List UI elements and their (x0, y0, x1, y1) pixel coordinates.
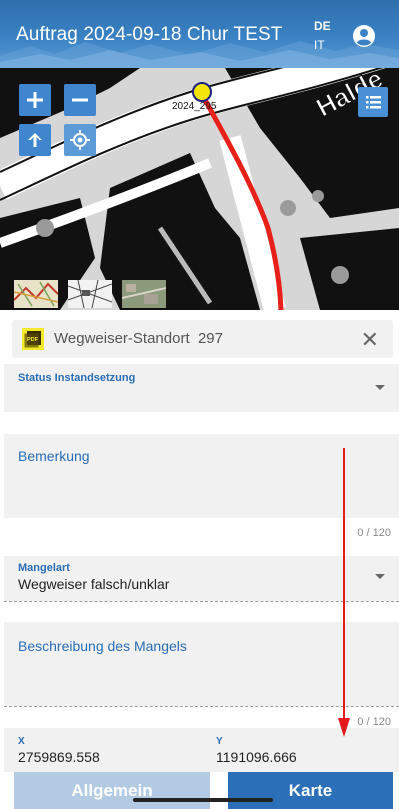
tab-karte-button[interactable]: Karte (228, 772, 393, 809)
mangelart-value: Wegweiser falsch/unklar (18, 576, 170, 592)
plus-icon (27, 92, 43, 108)
map-thumbnail-icon (13, 280, 59, 308)
basemap-thumb-bw[interactable]: * (67, 279, 118, 309)
chevron-down-icon[interactable] (375, 574, 385, 579)
pin-label: 2024_295 (172, 101, 217, 112)
north-button[interactable] (19, 124, 51, 156)
language-de[interactable]: DE (314, 17, 331, 36)
close-icon[interactable]: ✕ (361, 327, 379, 353)
language-switcher[interactable]: DE IT (314, 17, 331, 55)
list-icon (366, 96, 381, 109)
x-label: X (18, 736, 25, 747)
y-value[interactable]: 1191096.666 (216, 749, 297, 765)
locate-button[interactable] (64, 124, 96, 156)
layers-button[interactable] (358, 87, 388, 117)
arrow-up-icon (28, 133, 42, 147)
user-circle-icon[interactable] (352, 24, 376, 48)
map-thumbnail-icon (67, 279, 113, 309)
object-number: 297 (197, 330, 223, 347)
object-title: Wegweiser-Standort 297 (54, 330, 223, 347)
thumb-marker: * (167, 282, 172, 294)
object-header: PDF Wegweiser-Standort 297 ✕ (12, 320, 393, 358)
y-label: Y (216, 736, 223, 747)
map-view[interactable]: Halde 2024_295 * * * (0, 68, 399, 310)
home-indicator[interactable] (133, 798, 273, 802)
bemerkung-counter: 0 / 120 (357, 527, 391, 539)
basemap-thumb-aerial[interactable]: * (121, 280, 172, 308)
thumb-marker: * (59, 282, 64, 294)
pdf-icon[interactable]: PDF (22, 328, 44, 350)
map-thumbnail-icon (121, 280, 167, 308)
beschreibung-label: Beschreibung des Mangels (18, 638, 187, 654)
bemerkung-label: Bemerkung (18, 448, 90, 464)
svg-text:PDF: PDF (27, 337, 39, 343)
zoom-in-button[interactable] (19, 84, 51, 116)
basemap-thumb-topo[interactable]: * (13, 280, 64, 308)
x-value[interactable]: 2759869.558 (18, 749, 100, 765)
thumb-marker: * (113, 282, 118, 294)
tab-allgemein-button[interactable]: Allgemein (14, 772, 210, 809)
annotation-arrow (338, 448, 350, 737)
language-it[interactable]: IT (314, 36, 331, 55)
chevron-down-icon[interactable] (375, 385, 385, 390)
mangelart-label: Mangelart (18, 562, 70, 574)
object-name: Wegweiser-Standort (54, 330, 190, 347)
page-title: Auftrag 2024-09-18 Chur TEST (16, 24, 283, 45)
locate-icon (70, 130, 90, 150)
minus-icon (72, 98, 88, 102)
status-select[interactable]: Status Instandsetzung (4, 364, 399, 412)
basemap-thumbnails[interactable]: * * * (13, 279, 172, 310)
app-header: Auftrag 2024-09-18 Chur TEST DE IT (0, 0, 399, 68)
location-pin[interactable] (192, 82, 212, 102)
status-label: Status Instandsetzung (18, 372, 136, 384)
beschreibung-counter: 0 / 120 (357, 716, 391, 728)
zoom-out-button[interactable] (64, 84, 96, 116)
